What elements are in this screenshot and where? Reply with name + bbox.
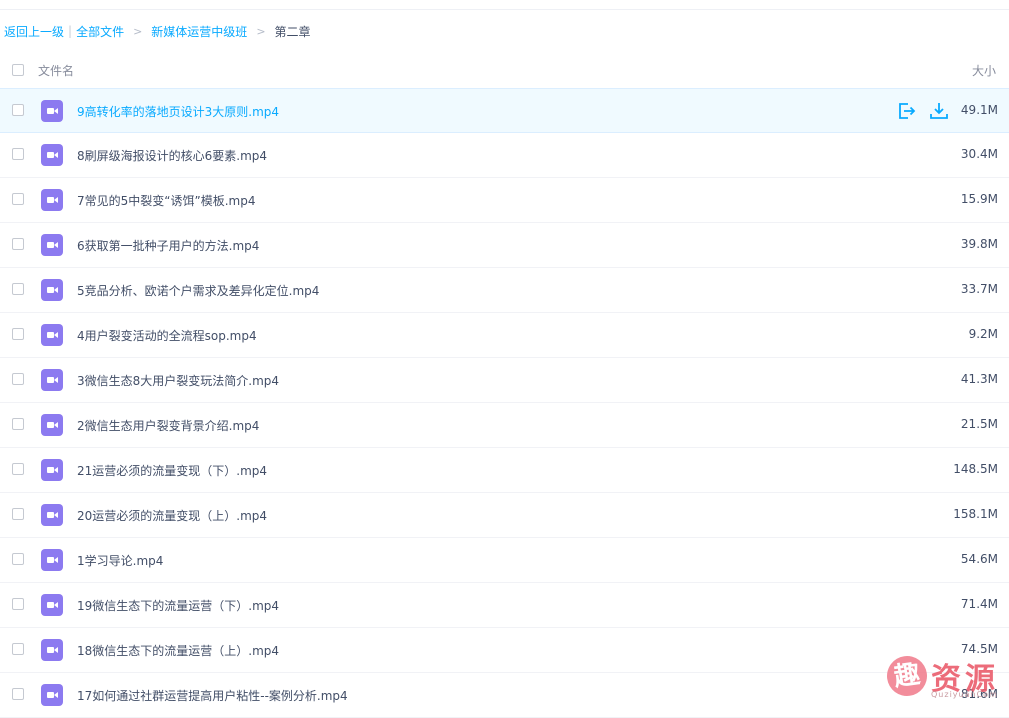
- file-row[interactable]: 7常见的5中裂变“诱饵”模板.mp4 15.9M: [0, 178, 1009, 223]
- video-file-icon: [41, 144, 63, 166]
- row-checkbox[interactable]: [12, 598, 24, 610]
- video-file-icon: [41, 594, 63, 616]
- file-list-header: 文件名 大小: [0, 52, 1009, 88]
- breadcrumb: 返回上一级 | 全部文件 > 新媒体运营中级班 > 第二章: [4, 22, 311, 40]
- breadcrumb-current-folder: 第二章: [274, 24, 311, 39]
- video-file-icon: [41, 324, 63, 346]
- video-file-icon: [41, 414, 63, 436]
- file-row[interactable]: 21运营必须的流量变现（下）.mp4 148.5M: [0, 448, 1009, 493]
- file-size: 41.3M: [960, 372, 998, 386]
- back-link[interactable]: 返回上一级: [4, 23, 64, 40]
- file-row[interactable]: 2微信生态用户裂变背景介绍.mp4 21.5M: [0, 403, 1009, 448]
- share-icon[interactable]: [897, 102, 917, 120]
- row-checkbox[interactable]: [12, 553, 24, 565]
- row-checkbox[interactable]: [12, 418, 24, 430]
- video-file-icon: [41, 504, 63, 526]
- top-divider: [0, 9, 1009, 10]
- file-name[interactable]: 5竞品分析、欧诺个户需求及差异化定位.mp4: [77, 282, 319, 299]
- row-actions: [897, 102, 949, 120]
- file-size: 49.1M: [960, 103, 998, 117]
- file-size: 74.5M: [960, 642, 998, 656]
- video-file-icon: [41, 189, 63, 211]
- breadcrumb-parent-folder[interactable]: 新媒体运营中级班: [151, 23, 247, 40]
- file-size: 33.7M: [960, 282, 998, 296]
- file-row[interactable]: 17如何通过社群运营提高用户粘性--案例分析.mp4 81.6M: [0, 673, 1009, 718]
- file-size: 30.4M: [960, 147, 998, 161]
- file-name[interactable]: 7常见的5中裂变“诱饵”模板.mp4: [77, 192, 255, 209]
- file-size: 9.2M: [968, 327, 998, 341]
- breadcrumb-separator: >: [133, 24, 143, 38]
- video-file-icon: [41, 279, 63, 301]
- video-file-icon: [41, 234, 63, 256]
- file-name[interactable]: 20运营必须的流量变现（上）.mp4: [77, 507, 267, 524]
- video-file-icon: [41, 369, 63, 391]
- file-size: 21.5M: [960, 417, 998, 431]
- row-checkbox[interactable]: [12, 373, 24, 385]
- file-name[interactable]: 9高转化率的落地页设计3大原则.mp4: [77, 103, 279, 120]
- file-size: 71.4M: [960, 597, 998, 611]
- file-size: 148.5M: [953, 462, 998, 476]
- video-file-icon: [41, 684, 63, 706]
- breadcrumb-all-files[interactable]: 全部文件: [76, 23, 124, 40]
- file-name[interactable]: 6获取第一批种子用户的方法.mp4: [77, 237, 259, 254]
- file-row[interactable]: 20运营必须的流量变现（上）.mp4 158.1M: [0, 493, 1009, 538]
- file-row[interactable]: 18微信生态下的流量运营（上）.mp4 74.5M: [0, 628, 1009, 673]
- file-row[interactable]: 3微信生态8大用户裂变玩法简介.mp4 41.3M: [0, 358, 1009, 403]
- video-file-icon: [41, 100, 63, 122]
- video-file-icon: [41, 459, 63, 481]
- file-list: 9高转化率的落地页设计3大原则.mp4 49.1M 8刷屏级海报设计的核心6要素.m…: [0, 88, 1009, 718]
- download-icon[interactable]: [929, 102, 949, 120]
- row-checkbox[interactable]: [12, 688, 24, 700]
- file-name[interactable]: 8刷屏级海报设计的核心6要素.mp4: [77, 147, 267, 164]
- file-row[interactable]: 19微信生态下的流量运营（下）.mp4 71.4M: [0, 583, 1009, 628]
- file-row[interactable]: 5竞品分析、欧诺个户需求及差异化定位.mp4 33.7M: [0, 268, 1009, 313]
- row-checkbox[interactable]: [12, 283, 24, 295]
- file-name[interactable]: 3微信生态8大用户裂变玩法简介.mp4: [77, 372, 279, 389]
- file-row[interactable]: 4用户裂变活动的全流程sop.mp4 9.2M: [0, 313, 1009, 358]
- select-all-checkbox[interactable]: [12, 64, 24, 76]
- file-size: 15.9M: [960, 192, 998, 206]
- video-file-icon: [41, 639, 63, 661]
- video-file-icon: [41, 549, 63, 571]
- file-name[interactable]: 2微信生态用户裂变背景介绍.mp4: [77, 417, 259, 434]
- row-checkbox[interactable]: [12, 238, 24, 250]
- file-name[interactable]: 17如何通过社群运营提高用户粘性--案例分析.mp4: [77, 687, 348, 704]
- row-checkbox[interactable]: [12, 104, 24, 116]
- row-checkbox[interactable]: [12, 508, 24, 520]
- file-row[interactable]: 8刷屏级海报设计的核心6要素.mp4 30.4M: [0, 133, 1009, 178]
- file-name[interactable]: 19微信生态下的流量运营（下）.mp4: [77, 597, 279, 614]
- file-row[interactable]: 1学习导论.mp4 54.6M: [0, 538, 1009, 583]
- file-name[interactable]: 18微信生态下的流量运营（上）.mp4: [77, 642, 279, 659]
- breadcrumb-divider: |: [68, 24, 73, 38]
- file-size: 54.6M: [960, 552, 998, 566]
- row-checkbox[interactable]: [12, 328, 24, 340]
- file-size: 39.8M: [960, 237, 998, 251]
- row-checkbox[interactable]: [12, 193, 24, 205]
- column-header-size[interactable]: 大小: [972, 62, 996, 79]
- file-row[interactable]: 6获取第一批种子用户的方法.mp4 39.8M: [0, 223, 1009, 268]
- row-checkbox[interactable]: [12, 643, 24, 655]
- file-row[interactable]: 9高转化率的落地页设计3大原则.mp4 49.1M: [0, 88, 1009, 133]
- file-size: 158.1M: [953, 507, 998, 521]
- column-header-name[interactable]: 文件名: [38, 62, 74, 79]
- breadcrumb-separator: >: [256, 24, 266, 38]
- file-name[interactable]: 1学习导论.mp4: [77, 552, 163, 569]
- row-checkbox[interactable]: [12, 463, 24, 475]
- file-name[interactable]: 4用户裂变活动的全流程sop.mp4: [77, 327, 257, 344]
- file-name[interactable]: 21运营必须的流量变现（下）.mp4: [77, 462, 267, 479]
- row-checkbox[interactable]: [12, 148, 24, 160]
- file-size: 81.6M: [960, 687, 998, 701]
